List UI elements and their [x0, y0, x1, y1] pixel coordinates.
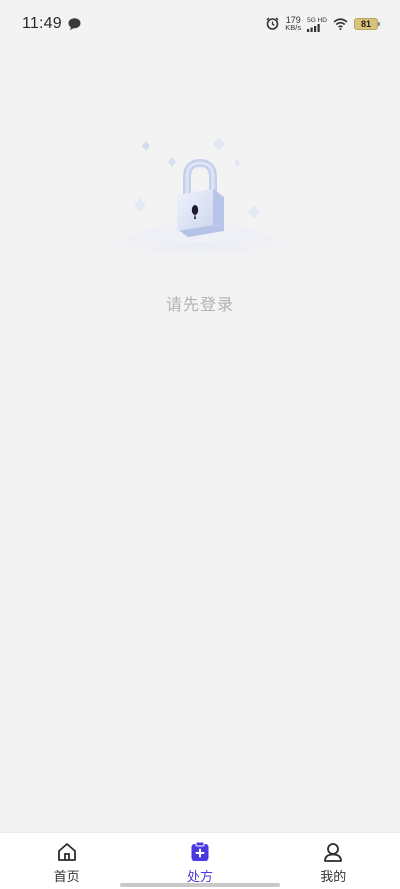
alarm-icon — [266, 15, 279, 34]
status-time: 11:49 — [22, 15, 62, 32]
status-left: 11:49 — [22, 15, 81, 34]
home-icon — [57, 843, 76, 861]
network-type-label: 5G HD — [307, 16, 327, 24]
login-required-empty-state: 请先登录 — [0, 125, 400, 315]
prescription-icon — [191, 841, 209, 861]
wifi-icon — [333, 15, 348, 34]
status-bar: 11:49 179 KB/s 5G HD 81 — [0, 0, 400, 48]
profile-icon — [324, 843, 343, 862]
nav-label-profile: 我的 — [320, 870, 347, 885]
battery-indicator: 81 — [354, 18, 380, 30]
please-login-text: 请先登录 — [165, 295, 234, 314]
nav-item-home[interactable]: 首页 — [0, 833, 133, 885]
nav-item-profile[interactable]: 我的 — [267, 833, 400, 885]
message-notification-icon — [68, 15, 81, 34]
lock-illustration-icon — [108, 137, 292, 259]
network-speed-unit: KB/s — [285, 23, 302, 32]
network-speed: 179 KB/s — [285, 16, 301, 32]
home-indicator-bar[interactable] — [120, 883, 280, 887]
signal-strength-icon — [307, 23, 320, 32]
app-screen: 11:49 179 KB/s 5G HD 81 请先登录 首页 处方 我的 — [0, 0, 400, 889]
nav-label-home: 首页 — [53, 870, 80, 885]
network-type: 5G HD — [307, 17, 327, 32]
nav-item-prescription[interactable]: 处方 — [133, 833, 266, 885]
bottom-nav: 首页 处方 我的 — [0, 832, 400, 889]
status-right: 179 KB/s 5G HD 81 — [266, 15, 380, 34]
